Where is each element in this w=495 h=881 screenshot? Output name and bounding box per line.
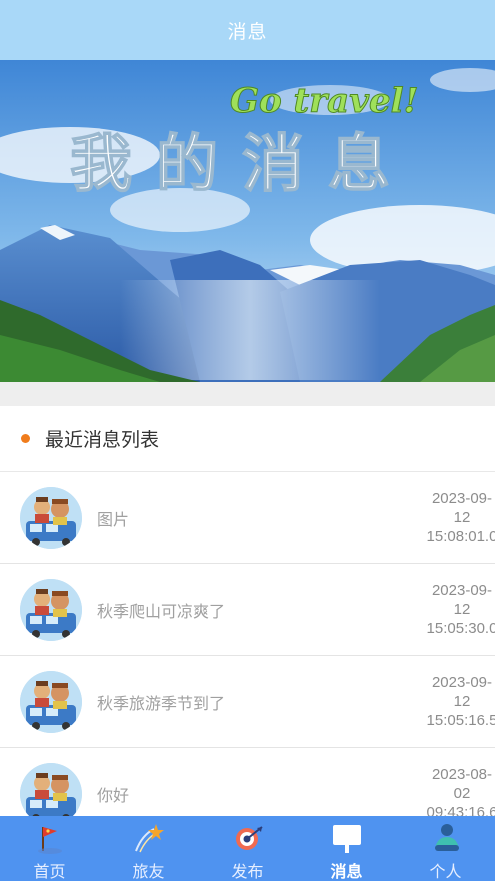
- top-bar: 消息: [0, 0, 495, 60]
- person-icon: [429, 821, 463, 855]
- message-text: 秋季爬山可凉爽了: [97, 604, 226, 621]
- avatar: [20, 579, 82, 641]
- message-row[interactable]: 图片 2023-09- 12 15:08:01.0: [0, 472, 495, 564]
- banner-image: Go travel! 我的消息: [0, 60, 495, 382]
- tab-messages[interactable]: 消息: [297, 816, 396, 881]
- message-board-icon: [330, 821, 364, 855]
- banner-title: 我的消息: [70, 127, 414, 200]
- message-row[interactable]: 你好 2023-08- 02 09:43:16.6: [0, 748, 495, 816]
- tab-label: 消息: [330, 864, 363, 881]
- publish-target-icon: [231, 821, 265, 855]
- message-row[interactable]: 秋季爬山可凉爽了 2023-09- 12 15:05:30.0: [0, 564, 495, 656]
- tab-label: 首页: [33, 864, 66, 881]
- section-divider: [0, 382, 495, 406]
- tab-label: 发布: [231, 864, 264, 881]
- avatar: [20, 671, 82, 733]
- tab-label: 旅友: [132, 864, 165, 881]
- message-timestamp: 2023-09- 12 15:08:01.0: [426, 490, 495, 545]
- tab-profile[interactable]: 个人: [396, 816, 495, 881]
- bottom-tab-bar: 首页 旅友 发布 消息 个人: [0, 816, 495, 881]
- section-title: 最近消息列表: [45, 430, 160, 451]
- message-timestamp: 2023-09- 12 15:05:30.0: [426, 582, 495, 637]
- message-text: 图片: [97, 512, 130, 529]
- tab-home[interactable]: 首页: [0, 816, 99, 881]
- tab-label: 个人: [429, 864, 462, 881]
- message-timestamp: 2023-08- 02 09:43:16.6: [426, 766, 495, 816]
- banner-slogan: Go travel!: [230, 81, 418, 121]
- message-timestamp: 2023-09- 12 15:05:16.5: [426, 674, 495, 729]
- message-row[interactable]: 秋季旅游季节到了 2023-09- 12 15:05:16.5: [0, 656, 495, 748]
- shooting-star-icon: [132, 821, 166, 855]
- bullet-dot-icon: [21, 434, 30, 443]
- home-flag-icon: [33, 821, 67, 855]
- page-title: 消息: [227, 21, 268, 43]
- message-list: 图片 2023-09- 12 15:08:01.0 秋季爬山可凉爽了 2023-…: [0, 472, 495, 816]
- tab-publish[interactable]: 发布: [198, 816, 297, 881]
- message-text: 秋季旅游季节到了: [97, 696, 226, 713]
- avatar: [20, 763, 82, 816]
- section-header: 最近消息列表: [0, 406, 495, 472]
- tab-friends[interactable]: 旅友: [99, 816, 198, 881]
- message-text: 你好: [97, 788, 130, 805]
- avatar: [20, 487, 82, 549]
